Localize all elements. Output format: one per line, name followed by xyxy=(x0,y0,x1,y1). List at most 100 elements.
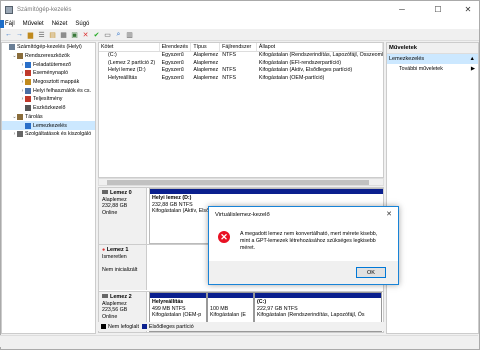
tree-item-label: Szolgáltatások és kiszolgáló xyxy=(25,131,92,138)
menu-action[interactable]: Művelet xyxy=(23,21,44,27)
disk-1-status: Nem inicializált xyxy=(102,266,138,273)
col-volume[interactable]: Kötet xyxy=(99,43,160,51)
maximize-button[interactable]: ☐ xyxy=(426,1,450,18)
submenu-arrow-icon: ▶ xyxy=(470,66,475,72)
actions-section[interactable]: Lemezkezelés ▲ xyxy=(387,54,478,64)
forward-icon[interactable]: → xyxy=(15,30,24,39)
table-cell: (C:) xyxy=(108,52,117,58)
col-status[interactable]: Állapot xyxy=(257,43,383,51)
table-cell: (Lemez 2 partíció 2) xyxy=(108,59,156,66)
app-icon xyxy=(5,5,13,14)
partition-recovery-name: Helyreállítás xyxy=(152,299,184,305)
folder-icon[interactable]: ▆ xyxy=(26,30,35,39)
disk-0-type: Alaplemez xyxy=(102,196,127,203)
table-cell: Kifogástalan (OEM-partíció) xyxy=(258,74,325,81)
more-actions[interactable]: További műveletek ▶ xyxy=(387,64,478,74)
disk-0-size: 232,88 GB xyxy=(102,203,128,209)
menu-view[interactable]: Nézet xyxy=(52,21,68,27)
tree-node-icon xyxy=(25,87,31,94)
error-icon: ✕ xyxy=(218,231,230,243)
tree-node-icon xyxy=(25,105,31,112)
partition-c-name: (C:) xyxy=(257,299,267,305)
properties-icon[interactable]: ▦ xyxy=(59,30,68,39)
error-dialog: Virtuálislemez-kezelő ✕ ✕ A megadott lem… xyxy=(208,206,399,285)
collapse-icon[interactable]: ▲ xyxy=(470,54,478,64)
volume-list-header: Kötet Elrendezés Típus Fájlrendszer Álla… xyxy=(99,43,383,52)
tree-item-label: Rendszereszközök xyxy=(25,53,70,60)
tree-item[interactable]: › Szolgáltatások és kiszolgáló xyxy=(2,130,95,139)
table-row[interactable]: (C:) Egyszerű Alaplemez NTFS Kifogástalan (R… xyxy=(99,52,383,60)
menu-bar: Fájl Művelet Nézet Súgó xyxy=(1,18,479,29)
disk-1-label[interactable]: ● Lemez 1 Ismeretlen Nem inicializált xyxy=(99,245,147,290)
partition-bar xyxy=(150,189,383,194)
tree-item[interactable]: ⌄ Rendszereszközök xyxy=(2,52,95,61)
back-icon[interactable]: ← xyxy=(4,30,13,39)
tree-item[interactable]: › Megosztott mappák xyxy=(2,78,95,87)
tree-item[interactable]: Számítógép-kezelés (Helyi) xyxy=(2,43,95,52)
disk-warning-icon: ● xyxy=(102,247,106,253)
title-bar: Számítógép-kezelés ─ ☐ ✕ xyxy=(1,1,479,18)
legend-unallocated-swatch xyxy=(101,324,106,329)
table-cell: NTFS xyxy=(222,52,237,58)
partition-d-name: Helyi lemez (D:) xyxy=(152,195,192,201)
menu-help[interactable]: Súgó xyxy=(75,21,89,27)
table-cell: Egyszerű xyxy=(161,59,184,66)
tree-item[interactable]: › Helyi felhasználók és cs. xyxy=(2,86,95,95)
disk-2-status: Online xyxy=(102,313,118,320)
help-icon[interactable]: ▣ xyxy=(70,30,79,39)
menu-file[interactable]: Fájl xyxy=(5,21,15,27)
disk-icon xyxy=(102,294,108,298)
up-icon[interactable]: ▤ xyxy=(48,30,57,39)
window-title: Számítógép-kezelés xyxy=(17,6,72,13)
minimize-button[interactable]: ─ xyxy=(390,1,414,18)
tree-item-label: Helyi felhasználók és cs. xyxy=(33,87,91,94)
tree-node-icon xyxy=(25,61,31,68)
actions-header: Műveletek xyxy=(387,43,478,54)
table-cell: Alaplemez xyxy=(193,52,219,58)
table-cell: NTFS xyxy=(222,67,237,73)
disk-icon[interactable]: ▭ xyxy=(103,30,112,39)
tree-node-icon xyxy=(17,131,23,138)
table-cell: Kifogástalan (EFI-rendszerpartíció) xyxy=(258,59,342,66)
tree-node-icon xyxy=(17,53,23,60)
tree-item[interactable]: Lemezkezelés xyxy=(2,121,95,130)
dialog-close-button[interactable]: ✕ xyxy=(386,207,392,223)
delete-icon[interactable]: ✕ xyxy=(81,30,90,39)
table-cell: Egyszerű xyxy=(161,74,184,81)
table-row[interactable]: Helyi lemez (D:) Egyszerű Alaplemez NTFS Kif… xyxy=(99,67,383,75)
scroll-thumb[interactable] xyxy=(107,180,369,185)
table-cell: Helyi lemez (D:) xyxy=(108,67,146,73)
tree-item[interactable]: Eszközkezelő xyxy=(2,104,95,113)
table-row[interactable]: Helyreállítás Egyszerű Alaplemez NTFS Kifogá… xyxy=(99,75,383,83)
partition-d-size: 232,88 GB NTFS xyxy=(152,201,193,208)
search-icon[interactable]: ⌕ xyxy=(114,30,123,39)
partition-bar xyxy=(150,293,206,298)
disk-icon xyxy=(102,190,108,194)
col-layout[interactable]: Elrendezés xyxy=(160,43,192,51)
disk-0-label[interactable]: Lemez 0 Alaplemez 232,88 GB Online xyxy=(99,188,147,244)
col-type[interactable]: Típus xyxy=(191,43,221,51)
disk-1-name: Lemez 1 xyxy=(106,247,129,253)
partition-d-status: Kifogástalan (Aktív, Elsődl xyxy=(152,208,214,214)
dialog-title: Virtuálislemez-kezelő xyxy=(215,212,270,218)
legend-unallocated: Nem lefoglalt xyxy=(108,323,139,330)
table-row[interactable]: (Lemez 2 partíció 2) Egyszerű Alaplemez Kif… xyxy=(99,60,383,68)
table-cell xyxy=(220,60,257,68)
table-cell: Egyszerű xyxy=(161,52,184,58)
dialog-body: ✕ A megadott lemez nem konvertálható, me… xyxy=(209,223,398,252)
tree-item[interactable]: › Feladatütemező xyxy=(2,60,95,69)
list-icon[interactable]: ☰ xyxy=(37,30,46,39)
check-icon[interactable]: ✔ xyxy=(92,30,101,39)
close-button[interactable]: ✕ xyxy=(456,1,480,18)
ok-button[interactable]: OK xyxy=(356,267,386,278)
tree-node-icon xyxy=(25,70,31,77)
tree-item[interactable]: › Eseménynapló xyxy=(2,69,95,78)
tree-item[interactable]: ⌄ Tárolás xyxy=(2,113,95,122)
col-filesystem[interactable]: Fájlrendszer xyxy=(220,43,257,51)
view-icon[interactable]: ▥ xyxy=(125,30,134,39)
disk-legend: Nem lefoglalt Elsődleges partíció xyxy=(98,322,384,331)
tree-item[interactable]: › Teljesítmény xyxy=(2,95,95,104)
volume-list: Kötet Elrendezés Típus Fájlrendszer Álla… xyxy=(98,42,384,178)
table-cell: Kifogástalan (Rendszerindítás, Lapozófáj… xyxy=(258,52,383,58)
horizontal-scrollbar[interactable] xyxy=(98,178,384,186)
